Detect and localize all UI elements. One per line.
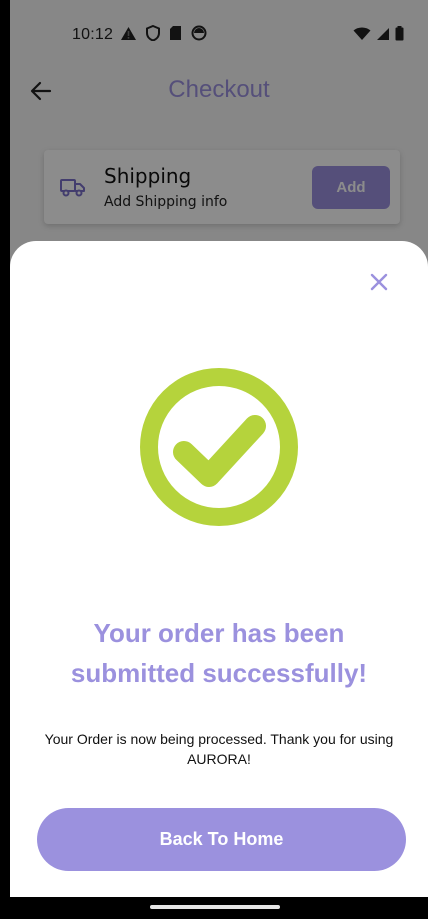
system-nav-bar bbox=[0, 897, 428, 919]
success-check-icon bbox=[140, 368, 298, 526]
order-success-sheet: Your order has been submitted successful… bbox=[10, 241, 428, 897]
phone-screen: 10:12 Checkout Shipping Add Shipping inf… bbox=[10, 0, 428, 897]
close-icon[interactable] bbox=[368, 271, 390, 293]
success-message: Your Order is now being processed. Thank… bbox=[44, 731, 394, 767]
home-handle[interactable] bbox=[150, 905, 280, 909]
back-to-home-button[interactable]: Back To Home bbox=[37, 808, 406, 871]
success-title: Your order has been submitted successful… bbox=[70, 618, 368, 688]
